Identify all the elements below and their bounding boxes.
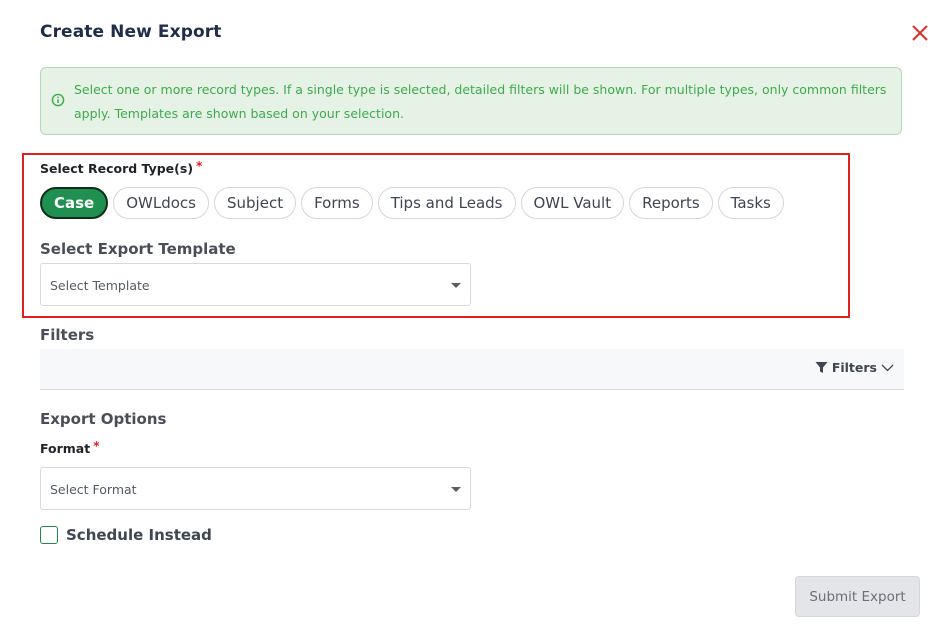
template-select[interactable]: Select Template [40,263,471,306]
chevron-down-icon [451,487,461,492]
info-text: Select one or more record types. If a si… [74,82,887,121]
format-label-text: Format [40,441,91,456]
chevron-down-icon [451,283,461,288]
filters-button-label: Filters [831,360,877,375]
submit-export-button[interactable]: Submit Export [795,576,920,617]
format-label: Format * [40,439,100,456]
export-options-label: Export Options [40,410,167,428]
filters-bar: Filters [40,349,904,390]
chevron-down-icon [881,364,894,372]
schedule-checkbox[interactable] [40,526,58,544]
chip-owldocs[interactable]: OWLdocs [113,187,209,219]
chip-reports[interactable]: Reports [629,187,713,219]
close-button[interactable] [909,22,931,44]
chip-tips-and-leads[interactable]: Tips and Leads [377,187,516,219]
chip-subject[interactable]: Subject [214,187,297,219]
info-icon [51,93,65,107]
chip-forms[interactable]: Forms [301,187,373,219]
info-banner: Select one or more record types. If a si… [40,67,902,135]
page-title: Create New Export [40,22,222,42]
filters-toggle-button[interactable]: Filters [815,360,894,375]
chip-owl-vault[interactable]: OWL Vault [520,187,625,219]
filter-icon [815,362,828,373]
record-type-label-text: Select Record Type(s) [40,161,194,176]
required-mark: * [196,159,203,173]
close-icon [912,25,928,41]
chip-tasks[interactable]: Tasks [717,187,784,219]
record-type-chips: Case OWLdocs Subject Forms Tips and Lead… [40,187,784,221]
chip-case[interactable]: Case [40,187,109,219]
format-placeholder: Select Format [50,482,137,497]
template-label: Select Export Template [40,240,236,258]
required-mark: * [93,439,100,453]
template-placeholder: Select Template [50,278,150,293]
schedule-label[interactable]: Schedule Instead [66,526,212,544]
filters-label: Filters [40,326,95,344]
format-select[interactable]: Select Format [40,467,471,510]
record-type-label: Select Record Type(s) * [40,159,203,176]
